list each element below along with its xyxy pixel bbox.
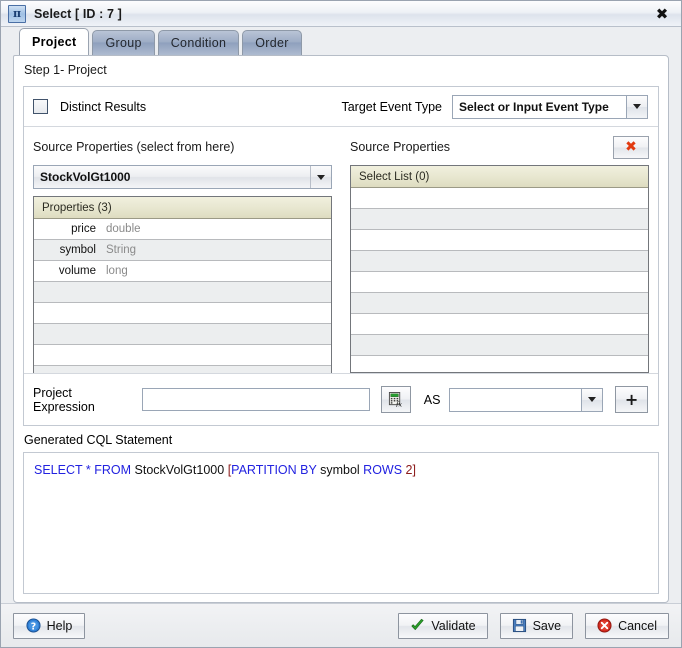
table-row-empty — [34, 282, 331, 303]
target-event-type-label: Target Event Type — [341, 99, 442, 114]
property-name: price — [71, 223, 96, 235]
target-event-type-combo[interactable]: Select or Input Event Type — [452, 94, 648, 119]
cql-token-keyword: FROM — [94, 463, 132, 477]
step-label: Step 1- Project — [24, 63, 107, 77]
help-circle-icon: ? — [26, 618, 41, 633]
footer-actions: Validate Save Cancel — [398, 612, 669, 639]
source-properties-list[interactable]: Properties (3) price double symbol String vo… — [33, 196, 332, 374]
project-expression-label: Project Expression — [33, 385, 95, 414]
cql-token-ident: StockVolGt1000 — [134, 463, 225, 477]
chevron-down-icon[interactable] — [626, 95, 647, 118]
delete-selected-button[interactable]: ✖ — [613, 135, 649, 159]
project-tab-panel: Step 1- Project Distinct Results Target … — [13, 55, 669, 603]
title-bar: π Select [ ID : 7 ] ✖ — [1, 1, 681, 27]
tab-group[interactable]: Group — [92, 30, 155, 55]
pi-projection-icon: π — [8, 4, 26, 23]
chevron-down-icon[interactable] — [310, 166, 331, 188]
list-item-empty — [351, 356, 648, 372]
property-name: symbol — [59, 244, 96, 256]
close-x-icon: ✖ — [625, 139, 637, 155]
as-label: AS — [423, 392, 441, 407]
target-event-type-value: Select or Input Event Type — [459, 99, 609, 114]
source-list-rows: price double symbol String volume long — [34, 219, 331, 373]
table-row[interactable]: symbol String — [34, 240, 331, 261]
property-type: double — [106, 223, 141, 235]
tab-condition[interactable]: Condition — [157, 30, 240, 55]
list-item-empty — [351, 293, 648, 314]
source-properties-header: Source Properties (select from here) — [33, 135, 332, 159]
table-row[interactable]: volume long — [34, 261, 331, 282]
svg-text:fx: fx — [395, 400, 402, 407]
cancel-button[interactable]: Cancel — [585, 612, 669, 639]
cql-token-ident: symbol — [320, 463, 360, 477]
validate-button[interactable]: Validate — [398, 612, 488, 639]
table-row-empty — [34, 303, 331, 324]
list-item-empty — [351, 335, 648, 356]
close-icon[interactable]: ✖ — [647, 3, 677, 25]
source-stream-combo[interactable]: StockVolGt1000 — [33, 165, 332, 189]
cancel-label: Cancel — [618, 618, 657, 633]
cql-token-keyword: SELECT — [34, 463, 83, 477]
table-row[interactable]: price double — [34, 219, 331, 240]
help-label: Help — [46, 618, 73, 633]
list-item-empty — [351, 272, 648, 293]
add-expression-button[interactable]: + — [615, 386, 648, 413]
dialog-footer: ? Help Validate Save Cancel — [1, 603, 681, 647]
expression-builder-button[interactable]: fx — [380, 386, 411, 413]
select-list[interactable]: Select List (0) — [350, 165, 649, 373]
list-item-empty — [351, 209, 648, 230]
distinct-results-label: Distinct Results — [60, 99, 147, 114]
validate-label: Validate — [431, 618, 476, 633]
table-row-empty — [34, 324, 331, 345]
source-properties-title: Source Properties (select from here) — [33, 140, 235, 154]
calculator-fx-icon: fx — [389, 392, 403, 407]
select-list-rows — [351, 188, 648, 372]
source-stream-value: StockVolGt1000 — [40, 170, 131, 184]
tab-order[interactable]: Order — [242, 30, 302, 55]
list-item-empty — [351, 188, 648, 209]
project-editor-box: Distinct Results Target Event Type Selec… — [23, 86, 659, 426]
list-item-empty — [351, 251, 648, 272]
save-label: Save — [532, 618, 562, 633]
check-mark-icon — [411, 618, 424, 630]
cql-token-num: 2 — [405, 463, 413, 477]
options-row: Distinct Results Target Event Type Selec… — [24, 87, 658, 127]
help-button[interactable]: ? Help — [13, 612, 85, 639]
distinct-results-checkbox[interactable] — [33, 99, 48, 114]
list-item-empty — [351, 230, 648, 251]
property-type: String — [106, 244, 137, 256]
floppy-disk-icon — [512, 618, 526, 633]
project-expression-input[interactable] — [141, 388, 370, 411]
chevron-down-icon[interactable] — [581, 388, 603, 411]
source-list-header: Properties (3) — [34, 197, 331, 219]
alias-combo[interactable] — [449, 387, 604, 412]
list-item-empty — [351, 314, 648, 335]
svg-text:?: ? — [30, 621, 35, 632]
cql-token-keyword: ROWS — [363, 463, 403, 477]
cql-token-keyword: PARTITION BY — [231, 463, 317, 477]
select-list-title: Source Properties — [350, 140, 451, 154]
project-expression-row: Project Expression fx AS + — [24, 373, 658, 425]
select-dialog-window: π Select [ ID : 7 ] ✖ Project Group Cond… — [0, 0, 682, 648]
tab-bar: Project Group Condition Order — [1, 27, 681, 55]
select-list-header-row: Source Properties ✖ — [350, 135, 649, 159]
cql-text: SELECT * FROM StockVolGt1000 [PARTITION … — [34, 463, 416, 477]
table-row-empty — [34, 345, 331, 366]
generated-cql-statement: SELECT * FROM StockVolGt1000 [PARTITION … — [23, 452, 659, 594]
property-name: volume — [58, 265, 96, 277]
save-button[interactable]: Save — [499, 612, 574, 639]
select-list-count-header: Select List (0) — [351, 166, 648, 188]
window-title: Select [ ID : 7 ] — [34, 6, 122, 21]
cql-token-punct: ] — [412, 463, 416, 477]
cancel-circle-icon — [597, 618, 612, 633]
tab-project[interactable]: Project — [19, 28, 90, 55]
generated-cql-label: Generated CQL Statement — [24, 433, 173, 447]
alias-value — [450, 389, 581, 411]
property-type: long — [106, 265, 128, 277]
